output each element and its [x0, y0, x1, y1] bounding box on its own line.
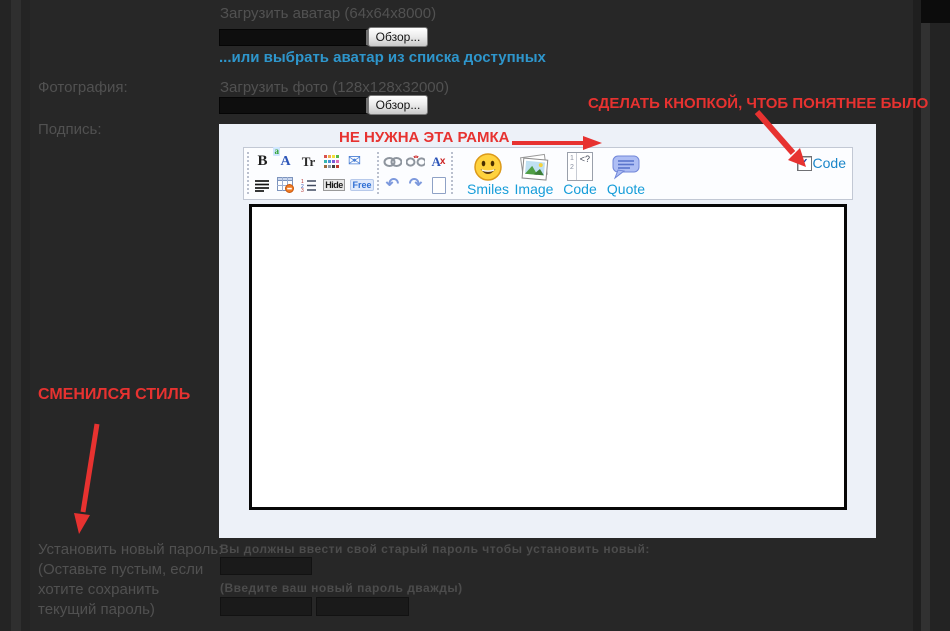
align-left-icon[interactable]: [253, 176, 272, 195]
photo-upload-label: Загрузить фото (128x128x32000): [220, 79, 449, 96]
toolbar-group-handle[interactable]: [246, 151, 251, 196]
ordered-list-icon[interactable]: 1 2 3: [299, 176, 318, 195]
button-annotation: СДЕЛАТЬ КНОПКОЙ, ЧТОБ ПОНЯТНЕЕ БЫЛО: [588, 95, 928, 112]
style-arrow: [83, 424, 97, 512]
password-label-line: хотите сохранить: [38, 580, 222, 600]
avatar-file-input[interactable]: [219, 29, 369, 46]
old-password-field[interactable]: [220, 557, 312, 575]
image-icon: [511, 151, 557, 182]
photo-browse-button[interactable]: Обзор...: [368, 95, 428, 115]
undo-icon[interactable]: ↶: [383, 176, 402, 195]
photo-file-input[interactable]: [219, 97, 369, 114]
link-icon[interactable]: [383, 152, 402, 171]
font-color-icon[interactable]: aA: [276, 152, 295, 171]
new-password-field[interactable]: [220, 597, 312, 616]
free-tag-icon[interactable]: Free: [350, 176, 374, 195]
code-checkbox[interactable]: ✓ Code: [797, 155, 846, 171]
password-row-label: Установить новый пароль: (Оставьте пусты…: [38, 540, 222, 620]
password-label-line: Установить новый пароль:: [38, 540, 222, 560]
avatar-gallery-link[interactable]: ...или выбрать аватар из списка доступны…: [219, 49, 546, 66]
remove-format-icon[interactable]: Ax: [429, 152, 448, 171]
signature-editor-panel: B aA Tr ✉: [219, 124, 876, 538]
table-icon[interactable]: [276, 176, 295, 195]
checked-checkbox-icon: ✓: [797, 156, 812, 171]
email-icon[interactable]: ✉: [345, 152, 364, 171]
style-annotation: СМЕНИЛСЯ СТИЛЬ: [38, 386, 190, 404]
left-frame-inner: [21, 0, 30, 631]
image-button[interactable]: Image: [511, 151, 557, 197]
font-size-icon[interactable]: Tr: [299, 152, 318, 171]
svg-text:3: 3: [301, 188, 304, 192]
new-password-hint: (Введите ваш новый пароль дважды): [220, 581, 463, 595]
smiles-button-label: Smiles: [465, 182, 511, 197]
code-checkbox-label: Code: [813, 155, 846, 171]
toolbar-link-group: Ax ↶ ↷: [383, 148, 448, 199]
editor-toolbar: B aA Tr ✉: [243, 147, 853, 200]
password-label-line: текущий пароль): [38, 600, 222, 620]
quote-button[interactable]: Quote: [603, 151, 649, 197]
blank-page-icon[interactable]: [429, 176, 448, 195]
profile-settings-page: Загрузить аватар (64x64x8000) Обзор... .…: [0, 0, 950, 631]
quote-button-label: Quote: [603, 182, 649, 197]
smiley-icon: [465, 151, 511, 182]
toolbar-insert-group: Smiles: [465, 148, 649, 199]
image-button-label: Image: [511, 182, 557, 197]
avatar-upload-label: Загрузить аватар (64x64x8000): [220, 5, 436, 22]
code-button-label: Code: [557, 182, 603, 197]
palette-icon[interactable]: [322, 152, 341, 171]
new-password-repeat-field[interactable]: [316, 597, 409, 616]
photo-row-label: Фотография:: [38, 79, 128, 96]
top-right-dark-box: [921, 0, 950, 23]
hide-tag-icon[interactable]: Hide: [322, 176, 346, 195]
quote-icon: [603, 151, 649, 182]
right-frame-stripe: [930, 0, 950, 631]
toolbar-group-handle[interactable]: [450, 151, 455, 196]
code-box-icon: 1 2 <?: [557, 151, 603, 182]
old-password-hint: Вы должны ввести свой старый пароль чтоб…: [220, 542, 650, 556]
toolbar-group-handle[interactable]: [376, 151, 381, 196]
redo-icon[interactable]: ↷: [406, 176, 425, 195]
smiles-button[interactable]: Smiles: [465, 151, 511, 197]
unlink-icon[interactable]: [406, 152, 425, 171]
avatar-browse-button[interactable]: Обзор...: [368, 27, 428, 47]
left-frame-border: [11, 0, 21, 631]
password-label-line: (Оставьте пустым, если: [38, 560, 222, 580]
frame-annotation: НЕ НУЖНА ЭТА РАМКА: [339, 129, 509, 146]
signature-editor-area[interactable]: [249, 204, 847, 510]
signature-row-label: Подпись:: [38, 121, 102, 138]
toolbar-format-group: B aA Tr ✉: [253, 148, 374, 199]
code-button[interactable]: 1 2 <? Code: [557, 151, 603, 197]
left-frame-stripe: [0, 0, 11, 631]
bold-icon[interactable]: B: [253, 152, 272, 171]
